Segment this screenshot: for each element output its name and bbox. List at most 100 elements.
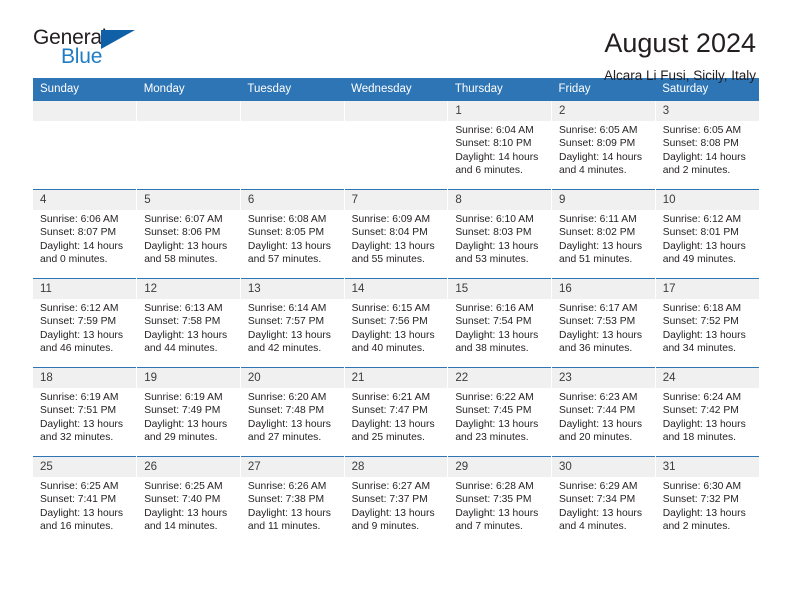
day-number	[137, 101, 240, 121]
day-sun-info: Sunrise: 6:30 AM Sunset: 7:32 PM Daylight:…	[656, 477, 759, 534]
day-sun-info: Sunrise: 6:27 AM Sunset: 7:37 PM Daylight:…	[345, 477, 448, 534]
sunrise-time: Sunrise: 6:16 AM	[455, 303, 534, 314]
calendar-day-cell[interactable]: 13 Sunrise: 6:14 AM Sunset: 7:57 PM Dayligh…	[239, 278, 345, 368]
daylight-duration-line1: Daylight: 13 hours	[247, 507, 331, 519]
day-number	[33, 101, 137, 121]
daylight-duration-line2: and 2 minutes.	[662, 165, 731, 177]
calendar-day-cell[interactable]: 27 Sunrise: 6:26 AM Sunset: 7:38 PM Dayligh…	[239, 456, 345, 546]
calendar-day-cell[interactable]: 12 Sunrise: 6:13 AM Sunset: 7:58 PM Dayligh…	[136, 278, 241, 368]
sunset-time: Sunset: 7:41 PM	[40, 494, 117, 506]
day-sun-info: Sunrise: 6:05 AM Sunset: 8:08 PM Daylight:…	[656, 121, 759, 178]
sunrise-time: Sunrise: 6:30 AM	[662, 481, 742, 492]
sunrise-time: Sunrise: 6:18 AM	[662, 303, 742, 314]
sunrise-time: Sunrise: 6:23 AM	[559, 392, 638, 403]
calendar-day-cell[interactable]: 25 Sunrise: 6:25 AM Sunset: 7:41 PM Dayligh…	[33, 456, 137, 546]
daylight-duration-line2: and 53 minutes.	[455, 254, 529, 266]
calendar-day-cell[interactable]: 16 Sunrise: 6:17 AM Sunset: 7:53 PM Dayligh…	[551, 278, 656, 368]
sunset-time: Sunset: 7:40 PM	[144, 494, 221, 506]
daylight-duration-line1: Daylight: 13 hours	[559, 418, 643, 430]
calendar-day-cell[interactable]: 2 Sunrise: 6:05 AM Sunset: 8:09 PM Daylight…	[551, 100, 656, 190]
calendar-day-cell[interactable]: 4 Sunrise: 6:06 AM Sunset: 8:07 PM Daylight…	[33, 189, 137, 279]
calendar-day-cell[interactable]: 10 Sunrise: 6:12 AM Sunset: 8:01 PM Dayligh…	[654, 189, 759, 279]
sunset-time: Sunset: 7:38 PM	[247, 494, 325, 506]
day-number: 15	[448, 279, 552, 299]
calendar-day-cell-empty	[343, 100, 448, 190]
sunset-time: Sunset: 7:49 PM	[144, 405, 221, 417]
calendar-day-cell[interactable]: 3 Sunrise: 6:05 AM Sunset: 8:08 PM Daylight…	[654, 100, 759, 190]
sunrise-time: Sunrise: 6:26 AM	[247, 481, 327, 492]
day-number: 24	[655, 368, 759, 388]
calendar-week-row: 18 Sunrise: 6:19 AM Sunset: 7:51 PM Dayligh…	[33, 367, 759, 457]
day-sun-info: Sunrise: 6:08 AM Sunset: 8:05 PM Daylight:…	[241, 210, 344, 267]
calendar-day-cell[interactable]: 17 Sunrise: 6:18 AM Sunset: 7:52 PM Dayligh…	[654, 278, 759, 368]
daylight-duration-line1: Daylight: 13 hours	[455, 418, 539, 430]
calendar-day-cell[interactable]: 18 Sunrise: 6:19 AM Sunset: 7:51 PM Dayligh…	[33, 367, 137, 457]
day-number: 28	[344, 457, 448, 477]
calendar-day-cell[interactable]: 20 Sunrise: 6:20 AM Sunset: 7:48 PM Dayligh…	[239, 367, 345, 457]
daylight-duration-line2: and 32 minutes.	[40, 432, 114, 444]
calendar-day-cell[interactable]: 19 Sunrise: 6:19 AM Sunset: 7:49 PM Dayligh…	[136, 367, 241, 457]
sunrise-time: Sunrise: 6:17 AM	[559, 303, 638, 314]
calendar-day-cell[interactable]: 21 Sunrise: 6:21 AM Sunset: 7:47 PM Dayligh…	[343, 367, 448, 457]
sunset-time: Sunset: 7:35 PM	[455, 494, 532, 506]
day-number: 2	[552, 101, 655, 121]
calendar-day-cell[interactable]: 8 Sunrise: 6:10 AM Sunset: 8:03 PM Daylight…	[447, 189, 552, 279]
calendar-day-cell[interactable]: 7 Sunrise: 6:09 AM Sunset: 8:04 PM Daylight…	[343, 189, 448, 279]
sunrise-time: Sunrise: 6:14 AM	[247, 303, 327, 314]
daylight-duration-line1: Daylight: 13 hours	[247, 418, 331, 430]
sunset-time: Sunset: 7:53 PM	[559, 316, 636, 328]
day-number: 30	[552, 457, 655, 477]
daylight-duration-line2: and 11 minutes.	[247, 521, 321, 533]
day-number: 10	[655, 190, 759, 210]
calendar-day-cell[interactable]: 29 Sunrise: 6:28 AM Sunset: 7:35 PM Dayligh…	[447, 456, 552, 546]
day-sun-info: Sunrise: 6:10 AM Sunset: 8:03 PM Daylight:…	[448, 210, 551, 267]
daylight-duration-line2: and 9 minutes.	[351, 521, 420, 533]
day-sun-info: Sunrise: 6:12 AM Sunset: 8:01 PM Daylight:…	[656, 210, 759, 267]
daylight-duration-line2: and 44 minutes.	[144, 343, 218, 355]
calendar-day-cell[interactable]: 14 Sunrise: 6:15 AM Sunset: 7:56 PM Dayligh…	[343, 278, 448, 368]
day-sun-info: Sunrise: 6:12 AM Sunset: 7:59 PM Daylight:…	[33, 299, 136, 356]
calendar-day-cell[interactable]: 9 Sunrise: 6:11 AM Sunset: 8:02 PM Daylight…	[551, 189, 656, 279]
day-sun-info: Sunrise: 6:14 AM Sunset: 7:57 PM Daylight:…	[241, 299, 344, 356]
sunrise-time: Sunrise: 6:12 AM	[662, 214, 742, 225]
calendar-day-cell[interactable]: 31 Sunrise: 6:30 AM Sunset: 7:32 PM Dayligh…	[654, 456, 759, 546]
day-sun-info: Sunrise: 6:17 AM Sunset: 7:53 PM Daylight:…	[552, 299, 655, 356]
daylight-duration-line2: and 51 minutes.	[559, 254, 633, 266]
calendar-day-cell[interactable]: 1 Sunrise: 6:04 AM Sunset: 8:10 PM Daylight…	[447, 100, 552, 190]
sunset-time: Sunset: 7:47 PM	[351, 405, 428, 417]
sunrise-sunset-calendar: Sunday Monday Tuesday Wednesday Thursday…	[33, 78, 759, 546]
sunset-time: Sunset: 7:32 PM	[662, 494, 739, 506]
calendar-day-cell[interactable]: 23 Sunrise: 6:23 AM Sunset: 7:44 PM Dayligh…	[551, 367, 656, 457]
daylight-duration-line1: Daylight: 13 hours	[662, 240, 746, 252]
day-number: 3	[655, 101, 759, 121]
daylight-duration-line1: Daylight: 13 hours	[662, 418, 746, 430]
daylight-duration-line2: and 55 minutes.	[351, 254, 425, 266]
daylight-duration-line1: Daylight: 13 hours	[144, 329, 228, 341]
calendar-day-cell[interactable]: 26 Sunrise: 6:25 AM Sunset: 7:40 PM Dayligh…	[136, 456, 241, 546]
daylight-duration-line2: and 6 minutes.	[455, 165, 523, 177]
sunset-time: Sunset: 7:44 PM	[559, 405, 636, 417]
sunrise-time: Sunrise: 6:04 AM	[455, 125, 534, 136]
daylight-duration-line1: Daylight: 13 hours	[144, 507, 228, 519]
calendar-day-cell[interactable]: 5 Sunrise: 6:07 AM Sunset: 8:06 PM Daylight…	[136, 189, 241, 279]
calendar-week-row: 4 Sunrise: 6:06 AM Sunset: 8:07 PM Daylight…	[33, 189, 759, 279]
daylight-duration-line1: Daylight: 13 hours	[144, 418, 228, 430]
calendar-day-cell[interactable]: 30 Sunrise: 6:29 AM Sunset: 7:34 PM Dayligh…	[551, 456, 656, 546]
daylight-duration-line1: Daylight: 13 hours	[144, 240, 228, 252]
day-sun-info: Sunrise: 6:18 AM Sunset: 7:52 PM Daylight:…	[656, 299, 759, 356]
calendar-day-cell[interactable]: 6 Sunrise: 6:08 AM Sunset: 8:05 PM Daylight…	[239, 189, 345, 279]
day-number: 9	[552, 190, 655, 210]
sunrise-time: Sunrise: 6:19 AM	[144, 392, 223, 403]
day-number: 12	[137, 279, 240, 299]
day-number: 16	[552, 279, 655, 299]
calendar-day-cell[interactable]: 15 Sunrise: 6:16 AM Sunset: 7:54 PM Dayligh…	[447, 278, 552, 368]
calendar-day-cell[interactable]: 22 Sunrise: 6:22 AM Sunset: 7:45 PM Dayligh…	[447, 367, 552, 457]
day-sun-info: Sunrise: 6:25 AM Sunset: 7:40 PM Daylight:…	[137, 477, 240, 534]
calendar-day-cell[interactable]: 24 Sunrise: 6:24 AM Sunset: 7:42 PM Dayligh…	[654, 367, 759, 457]
sunrise-time: Sunrise: 6:22 AM	[455, 392, 534, 403]
calendar-day-cell[interactable]: 11 Sunrise: 6:12 AM Sunset: 7:59 PM Dayligh…	[33, 278, 137, 368]
sunrise-time: Sunrise: 6:06 AM	[40, 214, 119, 225]
calendar-day-cell[interactable]: 28 Sunrise: 6:27 AM Sunset: 7:37 PM Dayligh…	[343, 456, 448, 546]
daylight-duration-line1: Daylight: 14 hours	[40, 240, 123, 252]
day-number: 26	[137, 457, 240, 477]
